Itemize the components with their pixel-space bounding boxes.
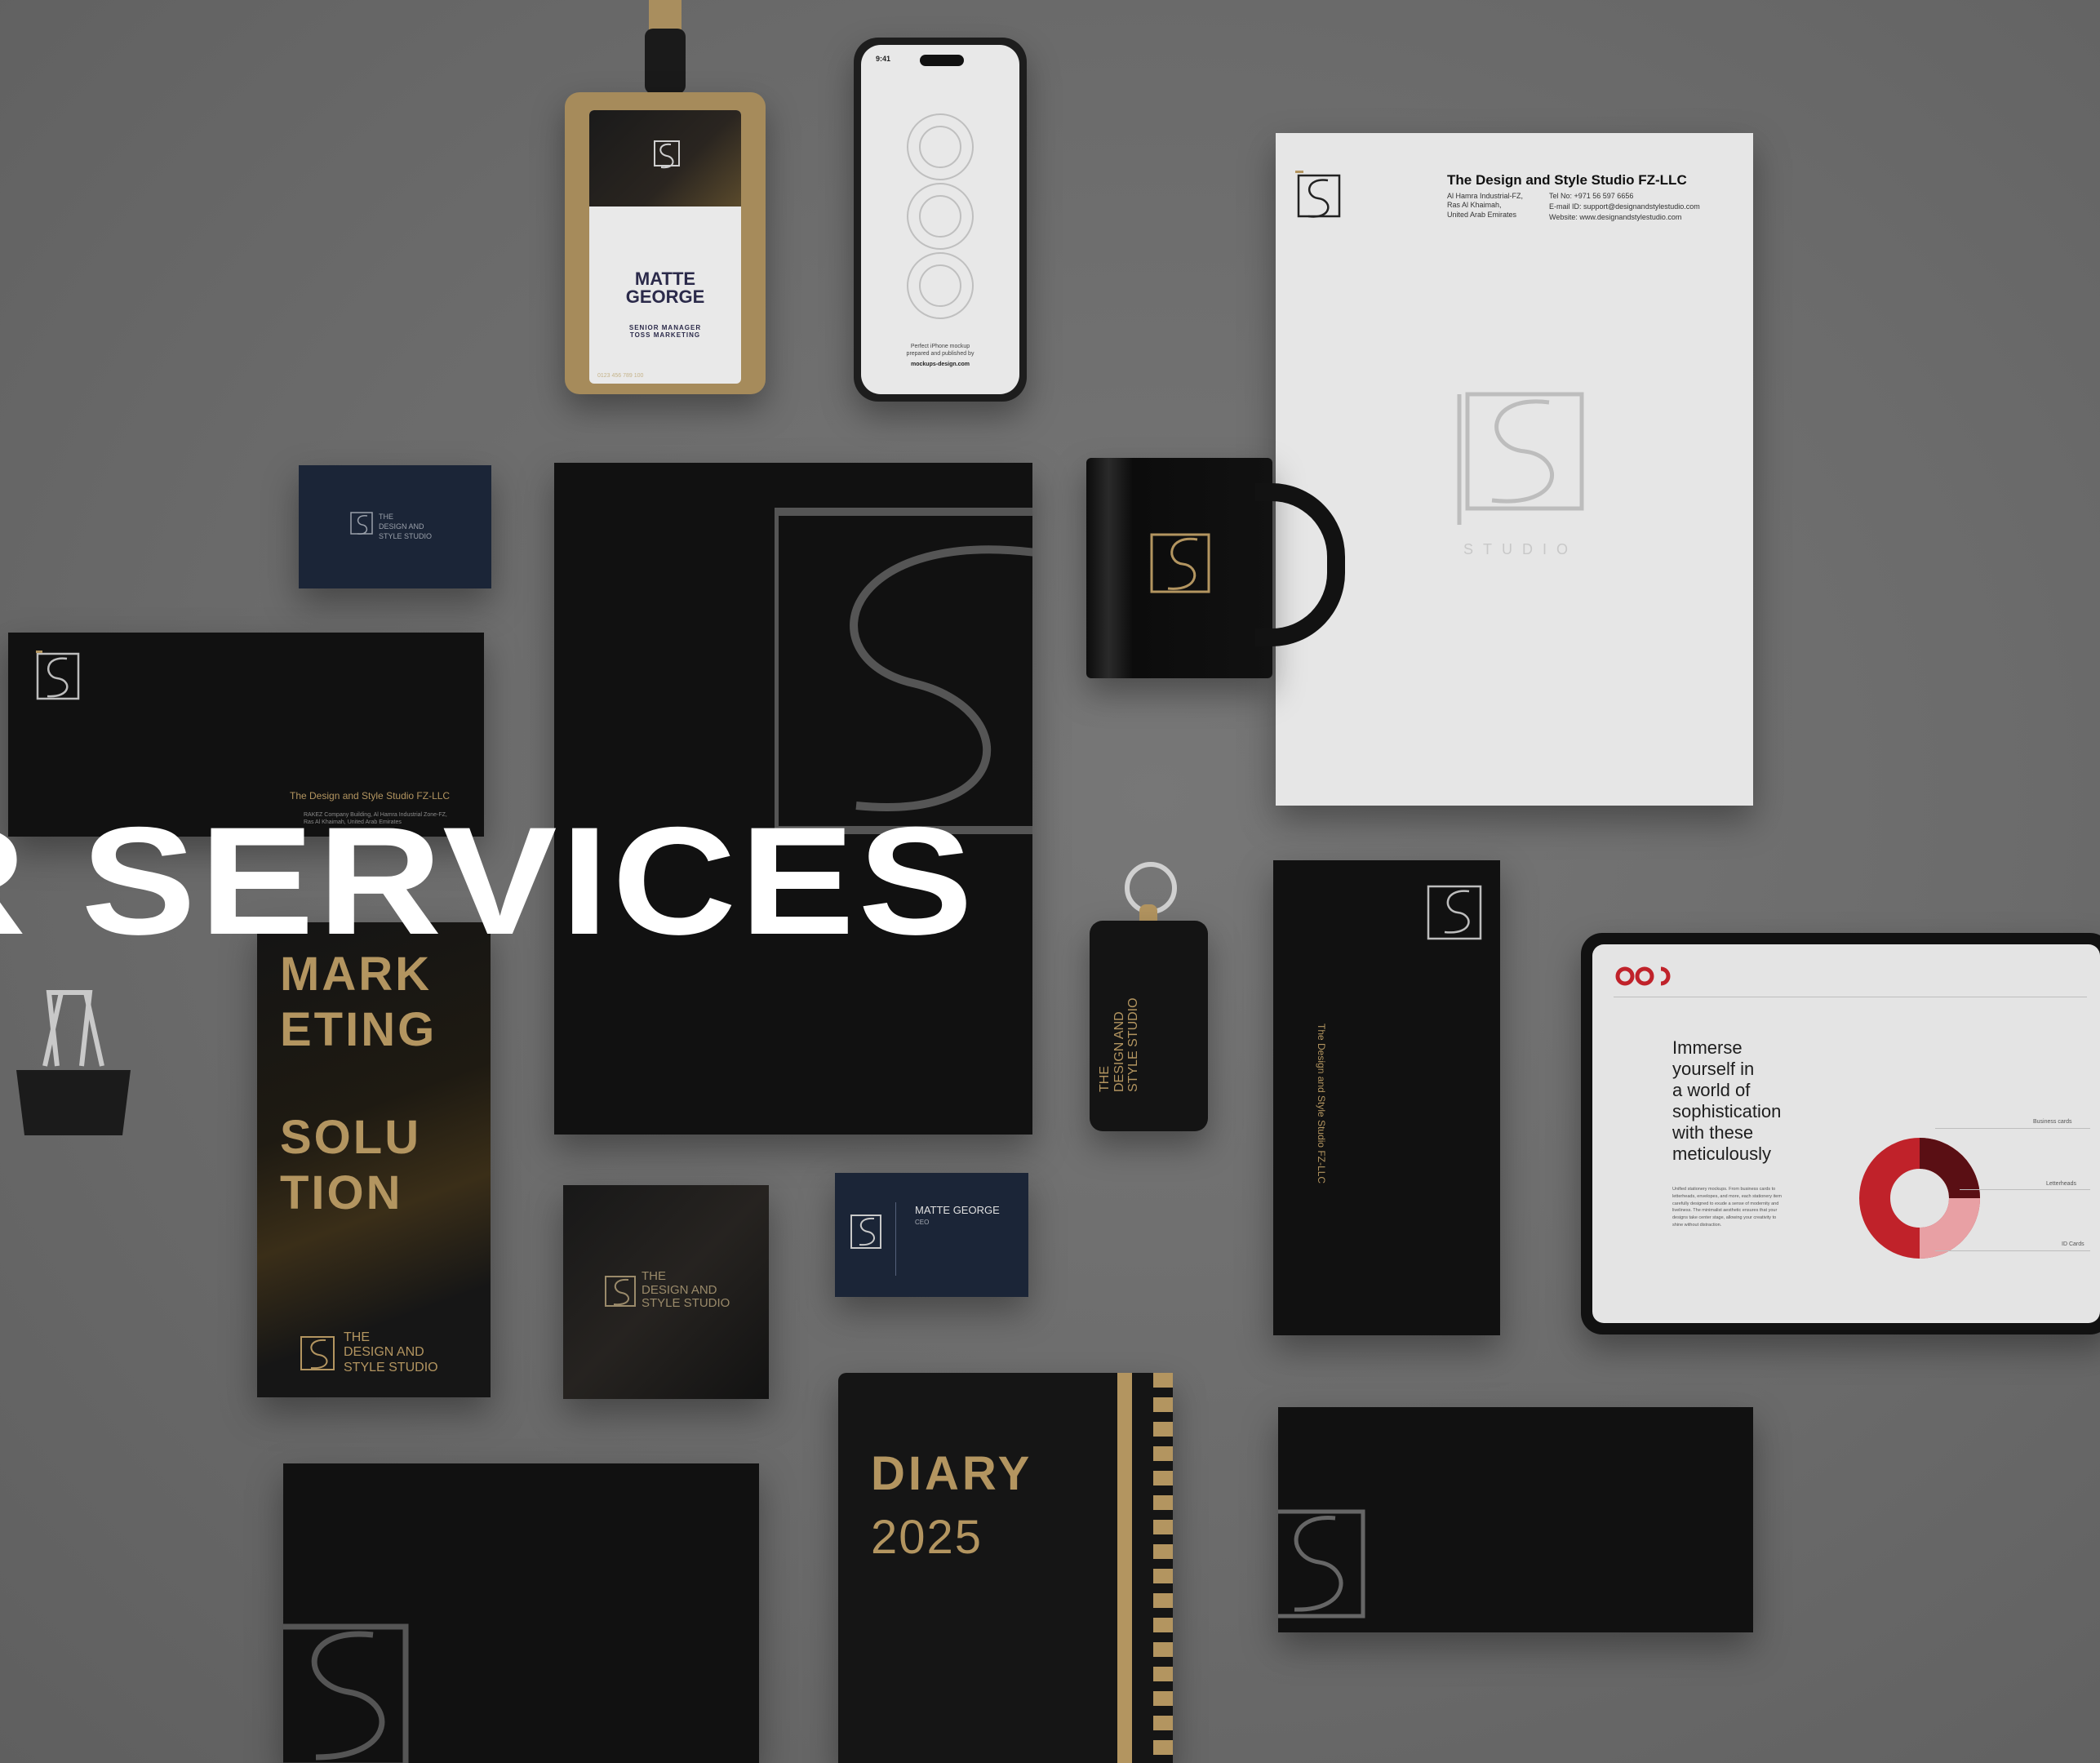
badge-logo — [646, 135, 687, 175]
mug-logo — [1143, 523, 1217, 613]
envelope-logo — [26, 646, 91, 719]
small-navy-card: THE DESIGN AND STYLE STUDIO — [299, 465, 491, 588]
folder-logo-graphic — [775, 508, 1032, 834]
letterhead-watermark-word: STUDIO — [1463, 541, 1578, 557]
letterhead-logo — [1285, 164, 1351, 229]
dl-envelope-company: The Design and Style Studio FZ-LLC — [1316, 1024, 1327, 1184]
badge-name: MATTE GEORGE — [625, 269, 705, 307]
phone-time: 9:41 — [876, 55, 891, 63]
business-card-title: CEO — [915, 1219, 930, 1226]
tablet-chart-line-1 — [1935, 1128, 2090, 1129]
bottom-folder — [283, 1463, 759, 1763]
phone-screen: 9:41 Perfect iPhone mockup prepared and … — [861, 45, 1019, 394]
lanyard-clip — [645, 29, 686, 94]
bottom-envelope — [1278, 1407, 1753, 1632]
brochure-line2: ETING — [280, 1003, 437, 1056]
keychain-tag: THE DESIGN AND STYLE STUDIO — [1090, 921, 1208, 1131]
letterhead-address: Al Hamra Industrial-FZ, Ras Al Khaimah, … — [1447, 192, 1524, 219]
letterhead-watermark-logo — [1435, 378, 1598, 541]
brochure-logo — [296, 1332, 340, 1376]
letterhead-company: The Design and Style Studio FZ-LLC — [1447, 172, 1687, 188]
keychain-brand: THE DESIGN AND STYLE STUDIO — [1098, 997, 1141, 1092]
phone-caption: Perfect iPhone mockup prepared and publi… — [906, 344, 975, 357]
phone-rings-graphic — [907, 113, 974, 319]
tablet-brand-mark — [1615, 966, 1671, 986]
dl-envelope: The Design and Style Studio FZ-LLC — [1273, 860, 1500, 1335]
letterhead-email: E-mail ID: support@designandstylestudio.… — [1549, 202, 1700, 211]
bottom-folder-logo-graphic — [283, 1623, 409, 1763]
letterhead: The Design and Style Studio FZ-LLC Al Ha… — [1276, 133, 1753, 806]
tablet-chart-label-3: ID Cards — [2062, 1241, 2084, 1247]
business-card-name: MATTE GEORGE — [915, 1204, 1000, 1216]
business-card-logo — [846, 1210, 887, 1256]
badge-phone: 0123 456 789 100 — [597, 373, 644, 379]
brochure: MARK ETING SOLU TION THE DESIGN AND STYL… — [257, 922, 491, 1397]
business-card-divider — [895, 1202, 896, 1276]
box-brand: THE DESIGN AND STYLE STUDIO — [642, 1269, 730, 1310]
tablet-chart-line-2 — [1960, 1189, 2090, 1190]
diary-elastic-band — [1117, 1373, 1132, 1763]
tablet-chart-label-1: Business cards — [2033, 1119, 2072, 1125]
phone-mockup: 9:41 Perfect iPhone mockup prepared and … — [854, 38, 1027, 402]
gift-box: THE DESIGN AND STYLE STUDIO — [563, 1185, 769, 1399]
brochure-line4: TION — [280, 1166, 403, 1219]
id-badge-card: MATTE GEORGE SENIOR MANAGER TOSS MARKETI… — [589, 110, 741, 384]
id-badge-holder: MATTE GEORGE SENIOR MANAGER TOSS MARKETI… — [565, 92, 766, 394]
tablet-body: Unified stationery mockups. From busines… — [1672, 1187, 1782, 1228]
badge-role: SENIOR MANAGER TOSS MARKETING — [628, 324, 702, 339]
phone-credit: mockups-design.com — [911, 362, 970, 367]
binder-clip-icon — [12, 976, 135, 1139]
letterhead-tel: Tel No: +971 56 597 6656 — [1549, 192, 1634, 200]
tablet-chart-line-3 — [1935, 1250, 2090, 1251]
diary-edge-pattern — [1153, 1373, 1173, 1763]
small-card-line1: THE — [379, 513, 393, 521]
tablet-donut-chart — [1859, 1138, 1980, 1259]
stationery-mockup-scene: MATTE GEORGE SENIOR MANAGER TOSS MARKETI… — [0, 0, 2100, 1763]
small-card-line3: STYLE STUDIO — [379, 532, 433, 540]
brochure-line3: SOLU — [280, 1111, 422, 1164]
tablet-screen: Immerse yourself in a world of sophistic… — [1592, 944, 2100, 1323]
tablet-heading: Immerse yourself in a world of sophistic… — [1672, 1037, 1782, 1164]
diary: DIARY 2025 — [838, 1373, 1173, 1763]
tablet: Immerse yourself in a world of sophistic… — [1581, 933, 2100, 1334]
business-card: MATTE GEORGE CEO — [835, 1173, 1028, 1297]
box-logo — [602, 1273, 640, 1311]
tablet-chart-label-2: Letterheads — [2046, 1181, 2076, 1187]
bottom-envelope-logo-graphic — [1278, 1509, 1365, 1619]
diary-title: DIARY — [871, 1447, 1033, 1500]
dl-envelope-logo — [1420, 878, 1489, 947]
letterhead-website: Website: www.designandstylestudio.com — [1549, 213, 1682, 221]
hero-headline: R SERVICES — [0, 795, 977, 966]
small-card-line2: DESIGN AND — [379, 522, 424, 531]
diary-year: 2025 — [871, 1511, 983, 1564]
small-card-logo — [348, 509, 377, 539]
brochure-brand: THE DESIGN AND STYLE STUDIO — [344, 1330, 438, 1374]
phone-notch — [920, 55, 964, 66]
mug — [1086, 458, 1272, 678]
